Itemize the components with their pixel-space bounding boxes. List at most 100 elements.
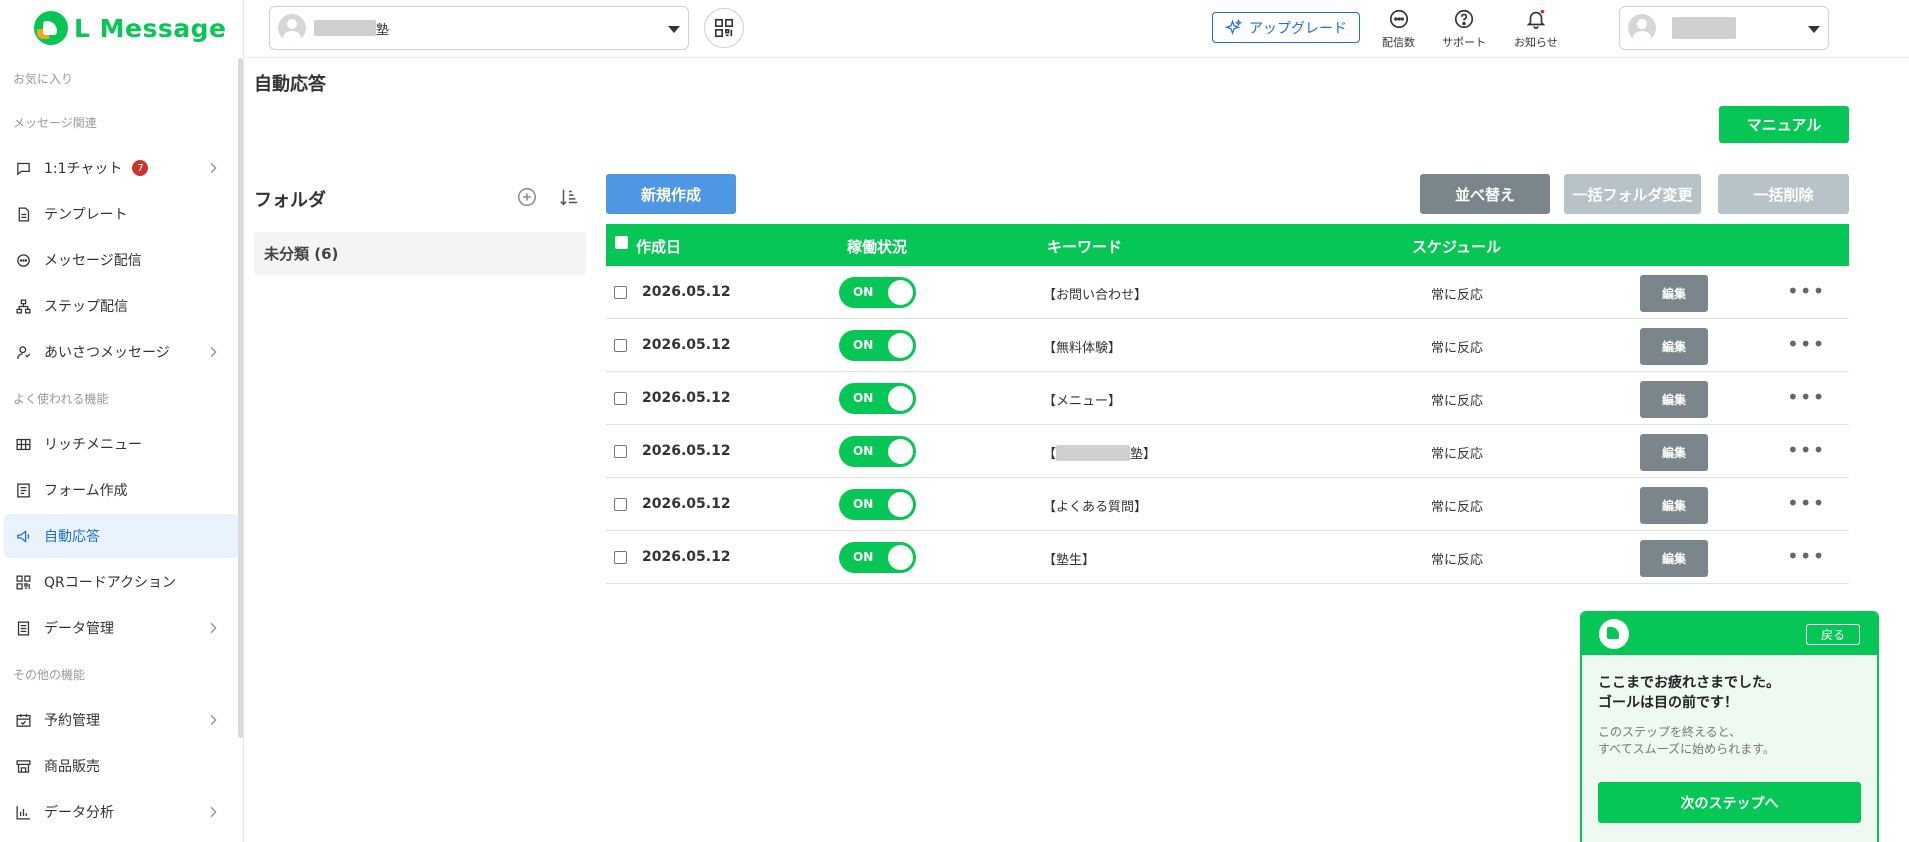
more-options-icon[interactable]: ••• xyxy=(1787,334,1825,354)
column-date: 作成日 xyxy=(636,238,682,256)
folder-item-uncategorized[interactable]: 未分類 (6) xyxy=(254,232,586,275)
sidebar-item-greeting[interactable]: あいさつメッセージ xyxy=(4,330,239,374)
chevron-right-icon xyxy=(210,162,217,174)
sidebar-item-label: リッチメニュー xyxy=(44,437,142,453)
column-keyword: キーワード xyxy=(1047,238,1123,256)
edit-button[interactable]: 編集 xyxy=(1640,275,1708,312)
autoreply-table: 作成日 稼働状況 キーワード スケジュール 2026.05.12 ON 【お問い… xyxy=(606,224,1849,584)
row-checkbox[interactable] xyxy=(614,286,627,299)
page-title: 自動応答 xyxy=(254,74,326,95)
unread-badge: 7 xyxy=(132,160,149,176)
keyword-prefix: 【 xyxy=(1043,447,1057,462)
logo[interactable]: L Message xyxy=(0,0,243,56)
onboarding-guide-panel: 戻る ここまでお疲れさまでした。 ゴールは目の前です！ このステップを終えると、… xyxy=(1580,611,1879,842)
sort-folder-icon[interactable] xyxy=(558,186,580,208)
qr-code-button[interactable] xyxy=(704,8,744,48)
top-header: 塾 アップグレード 配信数 サポート お知らせ xyxy=(244,0,1909,58)
logo-text: L Message xyxy=(74,13,227,43)
chevron-right-icon xyxy=(210,714,217,726)
row-schedule: 常に反応 xyxy=(1431,553,1484,568)
sidebar-item-analytics[interactable]: データ分析 xyxy=(4,790,239,834)
chevron-right-icon xyxy=(210,622,217,634)
sidebar-item-richmenu[interactable]: リッチメニュー xyxy=(4,422,239,466)
logo-icon xyxy=(1599,619,1629,649)
table-row: 2026.05.12 ON 【お問い合わせ】 常に反応 編集 ••• xyxy=(606,266,1849,319)
person-icon xyxy=(14,343,32,361)
sidebar-item-autoreply[interactable]: 自動応答 xyxy=(4,514,239,558)
status-toggle[interactable]: ON xyxy=(839,277,916,308)
sparkle-icon xyxy=(1225,18,1243,35)
redacted-text xyxy=(314,20,376,36)
more-options-icon[interactable]: ••• xyxy=(1787,440,1825,460)
more-options-icon[interactable]: ••• xyxy=(1787,546,1825,566)
row-checkbox[interactable] xyxy=(614,339,627,352)
edit-button[interactable]: 編集 xyxy=(1640,540,1708,577)
chat-icon xyxy=(14,159,32,177)
chat-bubble-icon xyxy=(1389,9,1408,29)
row-schedule: 常に反応 xyxy=(1431,288,1484,303)
status-toggle[interactable]: ON xyxy=(839,330,916,361)
select-all-checkbox[interactable] xyxy=(615,236,628,249)
edit-button[interactable]: 編集 xyxy=(1640,487,1708,524)
status-toggle[interactable]: ON xyxy=(839,489,916,520)
support-button[interactable]: サポート xyxy=(1442,8,1486,50)
sidebar-item-label: 商品販売 xyxy=(44,759,100,775)
notifications-button[interactable]: お知らせ xyxy=(1514,8,1558,50)
next-step-button[interactable]: 次のステップへ xyxy=(1598,782,1861,823)
sidebar: L Message お気に入り メッセージ関連 1:1チャット 7 テンプレート… xyxy=(0,0,244,842)
edit-button[interactable]: 編集 xyxy=(1640,381,1708,418)
account-selector[interactable]: 塾 xyxy=(269,6,689,50)
new-button[interactable]: 新規作成 xyxy=(606,174,736,214)
sidebar-item-step[interactable]: ステップ配信 xyxy=(4,284,239,328)
row-checkbox[interactable] xyxy=(614,551,627,564)
status-toggle[interactable]: ON xyxy=(839,383,916,414)
user-menu[interactable] xyxy=(1619,6,1829,50)
add-folder-icon[interactable] xyxy=(516,186,538,208)
status-toggle[interactable]: ON xyxy=(839,542,916,573)
calendar-icon xyxy=(14,711,32,729)
back-button[interactable]: 戻る xyxy=(1806,624,1860,645)
sidebar-item-chat[interactable]: 1:1チャット 7 xyxy=(4,146,239,190)
section-message: メッセージ関連 xyxy=(13,116,97,130)
sidebar-item-form[interactable]: フォーム作成 xyxy=(4,468,239,512)
sidebar-item-broadcast[interactable]: メッセージ配信 xyxy=(4,238,239,282)
more-options-icon[interactable]: ••• xyxy=(1787,387,1825,407)
sidebar-item-label: データ管理 xyxy=(44,621,114,637)
sidebar-item-label: あいさつメッセージ xyxy=(44,345,170,361)
avatar xyxy=(1628,14,1656,42)
row-checkbox[interactable] xyxy=(614,392,627,405)
edit-button[interactable]: 編集 xyxy=(1640,434,1708,471)
row-checkbox[interactable] xyxy=(614,498,627,511)
sidebar-item-label: 予約管理 xyxy=(44,713,100,729)
document-icon xyxy=(14,205,32,223)
sidebar-item-label: フォーム作成 xyxy=(44,483,128,499)
edit-button[interactable]: 編集 xyxy=(1640,328,1708,365)
sidebar-item-label: 自動応答 xyxy=(44,529,100,545)
more-options-icon[interactable]: ••• xyxy=(1787,493,1825,513)
sidebar-scrollbar[interactable] xyxy=(238,58,243,738)
row-date: 2026.05.12 xyxy=(642,496,731,512)
bulk-folder-change-button[interactable]: 一括フォルダ変更 xyxy=(1564,174,1701,214)
manual-button[interactable]: マニュアル xyxy=(1719,106,1849,143)
bulk-delete-button[interactable]: 一括削除 xyxy=(1718,174,1849,214)
sidebar-item-qr[interactable]: QRコードアクション xyxy=(4,560,239,604)
status-toggle[interactable]: ON xyxy=(839,436,916,467)
row-date: 2026.05.12 xyxy=(642,337,731,353)
sidebar-item-sales[interactable]: 商品販売 xyxy=(4,744,239,788)
sidebar-item-label: データ分析 xyxy=(44,805,114,821)
hierarchy-icon xyxy=(14,297,32,315)
support-label: サポート xyxy=(1442,36,1486,49)
redacted-text xyxy=(1672,17,1736,39)
deliveries-button[interactable]: 配信数 xyxy=(1382,8,1415,50)
message-icon xyxy=(14,251,32,269)
sidebar-item-reservation[interactable]: 予約管理 xyxy=(4,698,239,742)
more-options-icon[interactable]: ••• xyxy=(1787,281,1825,301)
section-other: その他の機能 xyxy=(13,668,86,682)
sort-button[interactable]: 並べ替え xyxy=(1420,174,1550,214)
row-keyword: 【塾生】 xyxy=(1043,553,1096,568)
upgrade-button[interactable]: アップグレード xyxy=(1212,12,1360,43)
row-checkbox[interactable] xyxy=(614,445,627,458)
sidebar-item-template[interactable]: テンプレート xyxy=(4,192,239,236)
sidebar-item-data[interactable]: データ管理 xyxy=(4,606,239,650)
sidebar-item-label: テンプレート xyxy=(44,207,128,223)
